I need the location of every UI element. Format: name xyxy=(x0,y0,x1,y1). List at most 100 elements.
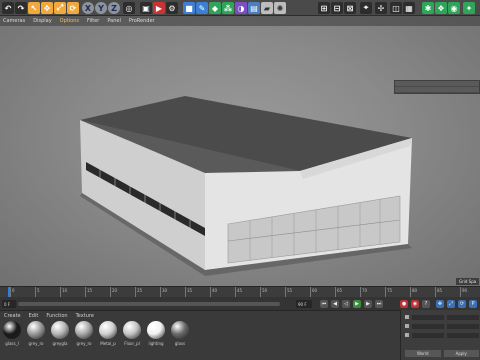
scale-icon[interactable]: ⤢ xyxy=(54,2,66,14)
key-param-icon[interactable]: P xyxy=(469,300,477,308)
timeline-tick-label: 50 xyxy=(262,288,268,293)
material-item[interactable]: lighting xyxy=(146,321,166,355)
coordinates-panel: X Y Z World Apply xyxy=(400,310,480,360)
pen-icon[interactable]: ✎ xyxy=(196,2,208,14)
coord-z-field-2[interactable] xyxy=(447,332,479,338)
coord-x-field[interactable] xyxy=(412,314,444,320)
material-item[interactable]: grey_ro xyxy=(26,321,46,355)
key-position-icon[interactable]: ✥ xyxy=(436,300,444,308)
world-coords-icon[interactable]: ◎ xyxy=(123,2,135,14)
hair-icon[interactable]: ✱ xyxy=(422,2,434,14)
material-item[interactable]: Metal_p xyxy=(98,321,118,355)
play-icon[interactable]: ▶ xyxy=(353,300,361,308)
autokey-icon[interactable]: ◉ xyxy=(411,300,419,308)
end-frame-field[interactable]: 90 F xyxy=(296,300,312,308)
coord-y-field-2[interactable] xyxy=(447,323,479,329)
rotate-icon[interactable]: ⟳ xyxy=(67,2,79,14)
snap-icon[interactable]: ⊞ xyxy=(318,2,330,14)
next-key-icon[interactable]: ▶ xyxy=(364,300,372,308)
subdivision-icon[interactable]: ◆ xyxy=(209,2,221,14)
perspective-viewport[interactable]: Cameras Display Options Filter Panel Pro… xyxy=(0,16,480,286)
render-settings-icon[interactable]: ⚙ xyxy=(166,2,178,14)
keyframe-selection-icon[interactable]: ? xyxy=(422,300,430,308)
menu-function[interactable]: Function xyxy=(46,313,67,319)
menu-texture[interactable]: Texture xyxy=(76,313,94,319)
scene-icon[interactable]: ▤ xyxy=(248,2,260,14)
timeline-tick-label: 60 xyxy=(312,288,318,293)
material-label: Floor_pl xyxy=(124,341,140,346)
timeline-tick xyxy=(435,287,436,297)
timeline-tick-label: 75 xyxy=(387,288,393,293)
range-slider[interactable] xyxy=(18,302,280,306)
coord-mode-dropdown[interactable]: World xyxy=(405,350,441,357)
hangar-model xyxy=(80,96,412,276)
redo-icon[interactable]: ↷ xyxy=(15,2,27,14)
key-rotation-icon[interactable]: ⟳ xyxy=(458,300,466,308)
timeline-tick-label: 85 xyxy=(437,288,443,293)
material-preview-ball xyxy=(171,321,189,339)
start-frame-field[interactable]: 0 F xyxy=(2,300,16,308)
material-item[interactable]: Floor_pl xyxy=(122,321,142,355)
locked-workplane-icon[interactable]: ⊠ xyxy=(344,2,356,14)
mograph-icon[interactable]: ✦ xyxy=(463,2,475,14)
deformer-icon[interactable]: ◑ xyxy=(235,2,247,14)
move-icon[interactable]: ✥ xyxy=(41,2,53,14)
material-label: lighting xyxy=(148,341,164,346)
timeline-tick xyxy=(210,287,211,297)
timeline-tick xyxy=(285,287,286,297)
material-preview-ball xyxy=(99,321,117,339)
menu-create[interactable]: Create xyxy=(4,313,21,319)
record-icon[interactable]: ● xyxy=(400,300,408,308)
material-list: glass_l grey_ro greygla grey_ro Metal_p Floor… xyxy=(2,321,398,357)
material-label: glass_l xyxy=(5,341,19,346)
material-item[interactable]: grey_ro xyxy=(74,321,94,355)
cube-icon[interactable]: ■ xyxy=(183,2,195,14)
light-icon[interactable]: ✺ xyxy=(274,2,286,14)
axis-y-label: Y xyxy=(98,3,104,13)
material-manager: Create Edit Function Texture glass_l grey… xyxy=(0,310,400,360)
coord-y-field[interactable] xyxy=(412,323,444,329)
material-preview-ball xyxy=(147,321,165,339)
hud-row xyxy=(395,87,479,93)
timeline-tick xyxy=(85,287,86,297)
live-select-icon[interactable]: ↖ xyxy=(28,2,40,14)
timeline: 0 5 10 15 20 25 30 35 40 45 50 55 60 65 70 75 80 85 90 0 F… xyxy=(0,286,480,310)
axis-x-icon[interactable]: X xyxy=(82,2,94,14)
sculpt-icon[interactable]: ❖ xyxy=(435,2,447,14)
first-frame-icon[interactable]: ⏮ xyxy=(320,300,328,308)
timeline-tick xyxy=(335,287,336,297)
timeline-tick xyxy=(385,287,386,297)
last-frame-icon[interactable]: ⏭ xyxy=(375,300,383,308)
play-back-icon[interactable]: ◁ xyxy=(342,300,350,308)
timeline-tick xyxy=(410,287,411,297)
coord-x-label: X xyxy=(405,315,409,319)
material-item[interactable]: glass_l xyxy=(2,321,22,355)
workplane-icon[interactable]: ⊟ xyxy=(331,2,343,14)
key-scale-icon[interactable]: ⤢ xyxy=(447,300,455,308)
camera-icon[interactable]: ▰ xyxy=(261,2,273,14)
axis-modify-icon[interactable]: ⌖ xyxy=(360,2,372,14)
timeline-ruler[interactable]: 0 5 10 15 20 25 30 35 40 45 50 55 60 65 70 75 80 85 90 xyxy=(0,287,480,297)
render-picture-icon[interactable]: ▶ xyxy=(153,2,165,14)
coord-x-field-2[interactable] xyxy=(447,314,479,320)
viewport-solo-icon[interactable]: ◫ xyxy=(390,2,402,14)
prev-key-icon[interactable]: ◀ xyxy=(331,300,339,308)
axis-z-icon[interactable]: Z xyxy=(108,2,120,14)
material-item[interactable]: greygla xyxy=(50,321,70,355)
render-view-icon[interactable]: ▣ xyxy=(140,2,152,14)
material-label: greygla xyxy=(52,341,68,346)
tweak-icon[interactable]: ✢ xyxy=(375,2,387,14)
paint-icon[interactable]: ◉ xyxy=(448,2,460,14)
transport-bar: 0 F 90 F ⏮ ◀ ◁ ▶ ▶ ⏭ ● ◉ ? ✥ ⤢ ⟳ P xyxy=(0,298,480,310)
timeline-tick-label: 5 xyxy=(37,288,40,293)
grid-icon[interactable]: ▦ xyxy=(403,2,415,14)
array-icon[interactable]: ⁂ xyxy=(222,2,234,14)
undo-icon[interactable]: ↶ xyxy=(2,2,14,14)
material-label: grey_ro xyxy=(76,341,92,346)
coord-z-field[interactable] xyxy=(412,332,444,338)
material-item[interactable]: glass xyxy=(170,321,190,355)
timeline-tick xyxy=(160,287,161,297)
menu-edit[interactable]: Edit xyxy=(29,313,39,319)
apply-button[interactable]: Apply xyxy=(443,350,479,357)
axis-y-icon[interactable]: Y xyxy=(95,2,107,14)
